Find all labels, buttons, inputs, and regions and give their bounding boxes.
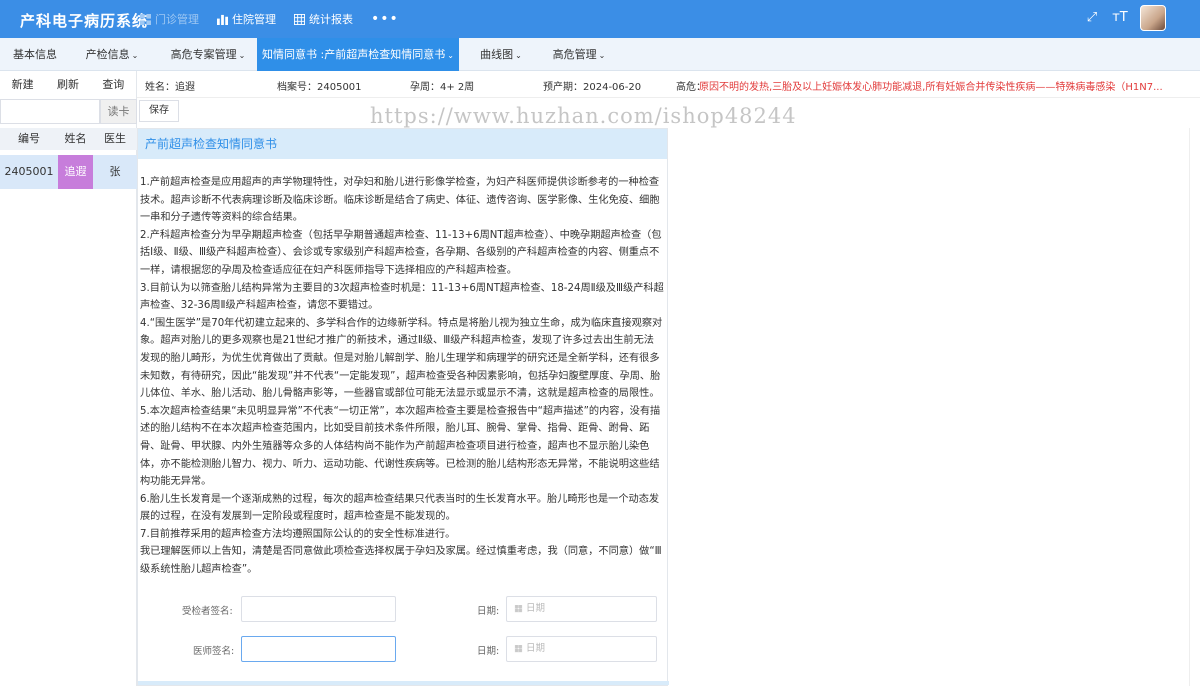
new-button[interactable]: 新建 [0, 71, 45, 99]
column-header: 医生 [104, 132, 126, 145]
topnav-outpatient[interactable]: 门诊管理 [140, 11, 199, 27]
patient-name: 姓名：追遐 [145, 82, 195, 93]
column-header: 姓名 [64, 132, 87, 145]
cell-id: 2405001 [4, 165, 54, 178]
chevron-down-icon: ⌄ [515, 51, 522, 60]
date-placeholder: 日期 [526, 603, 546, 614]
date-label: 日期: [477, 606, 500, 617]
tab-basic-info[interactable]: 基本信息 [0, 38, 70, 71]
top-nav: 门诊管理 住院管理 统计报表 ••• [140, 0, 417, 38]
header-tools: ⤢ ᴛT [1084, 5, 1166, 31]
patient-table: 编号 姓名 医生 2405001 追遐 张 [0, 128, 137, 189]
refresh-button[interactable]: 刷新 [45, 71, 90, 99]
chevron-down-icon: ⌄ [131, 51, 139, 60]
bar-chart-icon [217, 14, 228, 25]
module-menu: 基本信息 产检信息 ⌄ 高危专案管理 ⌄ 知情同意书 :产前超声检查知情同意书 ⌄ 曲… [0, 38, 1200, 71]
top-header: 产科电子病历系统 门诊管理 住院管理 统计报表 ••• ⤢ ᴛT [0, 0, 1200, 38]
tab-consent-form[interactable]: 知情同意书 :产前超声检查知情同意书 ⌄ [257, 38, 459, 71]
tab-label: 高危专案管理 [170, 48, 237, 61]
gestational-week: 孕周：4+ 2周 [410, 82, 475, 93]
calendar-icon: ▦ [514, 603, 523, 614]
app-title: 产科电子病历系统 [20, 12, 149, 30]
tab-high-risk-case[interactable]: 高危专案管理 ⌄ [162, 38, 254, 71]
examinee-sign-row: 受检者签名: 日期: ▦ 日期 [138, 596, 669, 623]
patient-info-bar: 姓名：追遐 档案号：2405001 孕周：4+ 2周 预产期：2024-06-2… [137, 71, 1200, 98]
save-button[interactable]: 保存 [139, 100, 179, 122]
tab-label: 产检信息 [85, 48, 130, 61]
date-placeholder: 日期 [526, 643, 546, 654]
tab-label: 知情同意书 :产前超声检查知情同意书 [262, 48, 446, 61]
paragraph: 5.本次超声检查结果“未见明显异常”不代表“一切正常”，本次超声检查主要是检查报… [140, 405, 661, 488]
tab-curve-chart[interactable]: 曲线图 ⌄ [471, 38, 531, 71]
topnav-inpatient[interactable]: 住院管理 [217, 11, 276, 27]
list-actions: 新建 刷新 查询 [0, 71, 136, 99]
consent-document: 产前超声检查知情同意书 1.产前超声检查是应用超声的声学物理特性，对孕妇和胎儿进… [137, 128, 669, 686]
document-footer-bar [138, 681, 669, 685]
table-row[interactable]: 2405001 追遐 张 [0, 155, 137, 189]
doctor-sign-row: 医师签名: 日期: ▦ 日期 [138, 636, 669, 663]
tab-prenatal-info[interactable]: 产检信息 ⌄ [76, 38, 148, 71]
table-header: 编号 姓名 医生 [0, 128, 137, 150]
due-date: 预产期：2024-06-20 [543, 82, 642, 93]
tab-label: 曲线图 [480, 48, 514, 61]
watermark: https://www.huzhan.com/ishop48244 [370, 104, 797, 128]
topnav-label: 统计报表 [309, 13, 353, 26]
document-title: 产前超声检查知情同意书 [138, 129, 667, 159]
chevron-down-icon: ⌄ [598, 51, 606, 60]
patient-list-panel: 新建 刷新 查询 读卡 编号 姓名 医生 2405001 追遐 张 [0, 71, 137, 686]
paragraph: 6.胎儿生长发育是一个逐渐成熟的过程，每次的超声检查结果只代表当时的生长发育水平… [140, 493, 660, 523]
doctor-signature-input[interactable] [241, 636, 396, 662]
paragraph: 7.目前推荐采用的超声检查方法均遵照国际公认的的安全性标准进行。 [140, 528, 456, 540]
examinee-signature-input[interactable] [241, 596, 396, 622]
query-button[interactable]: 查询 [91, 71, 136, 99]
tab-label: 基本信息 [13, 48, 57, 61]
document-body: 1.产前超声检查是应用超声的声学物理特性，对孕妇和胎儿进行影像学检查，为妇产科医… [138, 159, 667, 579]
column-header: 编号 [18, 132, 40, 145]
topnav-reports[interactable]: 统计报表 [294, 11, 353, 27]
topnav-label: 门诊管理 [155, 13, 199, 26]
examinee-label: 受检者签名: [182, 606, 233, 617]
paragraph: 2.产科超声检查分为早孕期超声检查（包括早孕期普通超声检查、11-13+6周NT… [140, 229, 662, 276]
card-search: 读卡 [0, 99, 137, 124]
read-card-button[interactable]: 读卡 [100, 99, 137, 124]
chevron-down-icon: ⌄ [238, 51, 246, 60]
topnav-label: 住院管理 [232, 13, 276, 26]
file-number: 档案号：2405001 [277, 82, 362, 93]
fullscreen-icon[interactable]: ⤢ [1084, 10, 1100, 26]
calendar-icon: ▦ [514, 643, 523, 654]
paragraph: 4.“围生医学”是70年代初建立起来的、多学科合作的边缘新学科。特点是将胎儿视为… [140, 317, 663, 400]
cell-doctor: 张 [109, 165, 121, 178]
avatar[interactable] [1140, 5, 1166, 31]
cell-name: 追遐 [58, 155, 93, 189]
paragraph: 3.目前认为以筛查胎儿结构异常为主要目的3次超声检查时机是：11-13+6周NT… [140, 282, 664, 312]
tab-label: 高危管理 [552, 48, 597, 61]
tab-high-risk-manage[interactable]: 高危管理 ⌄ [545, 38, 613, 71]
scrollbar[interactable] [1189, 128, 1200, 686]
doctor-date-picker[interactable]: ▦ 日期 [506, 636, 657, 662]
paragraph: 1.产前超声检查是应用超声的声学物理特性，对孕妇和胎儿进行影像学检查，为妇产科医… [140, 177, 660, 224]
more-menu-icon[interactable]: ••• [371, 11, 399, 27]
grid-icon [140, 13, 151, 25]
examinee-date-picker[interactable]: ▦ 日期 [506, 596, 657, 622]
date-label: 日期: [477, 646, 500, 657]
doctor-label: 医师签名: [193, 646, 235, 657]
paragraph: 我已理解医师以上告知，清楚是否同意做此项检查选择权属于孕妇及家属。经过慎重考虑，… [140, 546, 662, 576]
search-input[interactable] [0, 99, 100, 124]
font-size-icon[interactable]: ᴛT [1112, 10, 1128, 26]
chevron-down-icon: ⌄ [447, 51, 454, 60]
table-icon [294, 13, 305, 25]
risk-text: 原因不明的发热,三胎及以上妊娠体发心肺功能减退,所有妊娠合并传染性疾病——特殊病… [699, 82, 1163, 93]
